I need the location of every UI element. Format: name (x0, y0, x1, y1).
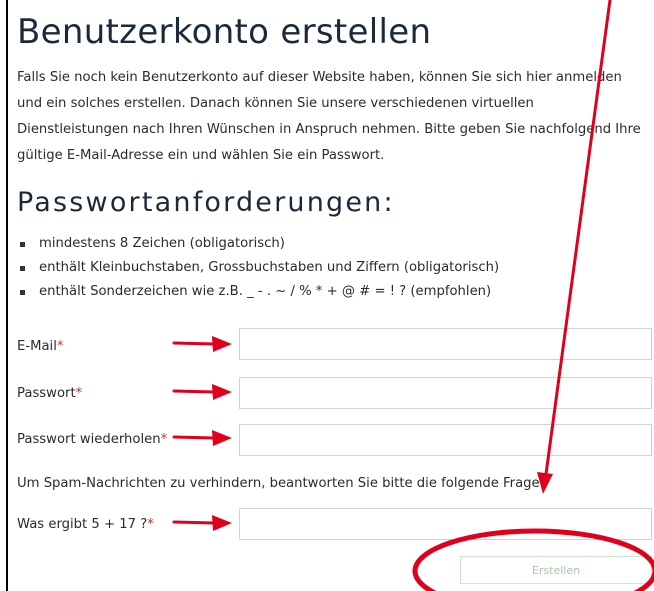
left-border (6, 0, 8, 591)
password-field[interactable] (239, 377, 652, 409)
page-title: Benutzerkonto erstellen (17, 12, 432, 52)
list-item: enthält Kleinbuchstaben, Grossbuchstaben… (17, 256, 499, 280)
requirements-heading: Passwortanforderungen: (17, 187, 395, 218)
arrow-head-icon (212, 430, 232, 446)
email-label: E-Mail* (17, 339, 64, 354)
password-repeat-label: Passwort wiederholen* (17, 432, 168, 447)
required-marker: * (160, 432, 168, 447)
intro-text: Falls Sie noch kein Benutzerkonto auf di… (17, 70, 641, 163)
arrow-icon (172, 341, 216, 346)
required-marker: * (147, 517, 154, 532)
arrow-head-icon (212, 336, 232, 352)
arrow-head-icon (212, 515, 232, 531)
submit-button[interactable]: Erstellen (460, 556, 652, 584)
list-item: enthält Sonderzeichen wie z.B. _ - . ~ /… (17, 280, 499, 304)
requirements-list: mindestens 8 Zeichen (obligatorisch) ent… (17, 232, 499, 304)
captcha-label: Was ergibt 5 + 17 ?* (17, 517, 154, 532)
arrow-icon (172, 389, 216, 394)
bullet-icon (20, 242, 25, 247)
list-item: mindestens 8 Zeichen (obligatorisch) (17, 232, 499, 256)
bullet-icon (20, 266, 25, 271)
spam-note: Um Spam-Nachrichten zu verhindern, beant… (17, 476, 545, 491)
email-field[interactable] (239, 328, 652, 360)
password-repeat-field[interactable] (239, 424, 652, 456)
password-label: Passwort* (17, 386, 83, 401)
arrow-icon (172, 520, 216, 525)
required-marker: * (56, 339, 64, 354)
captcha-field[interactable] (239, 508, 652, 540)
arrow-icon (172, 435, 216, 440)
bullet-icon (20, 290, 25, 295)
required-marker: * (75, 386, 83, 401)
arrow-head-icon (212, 384, 232, 400)
